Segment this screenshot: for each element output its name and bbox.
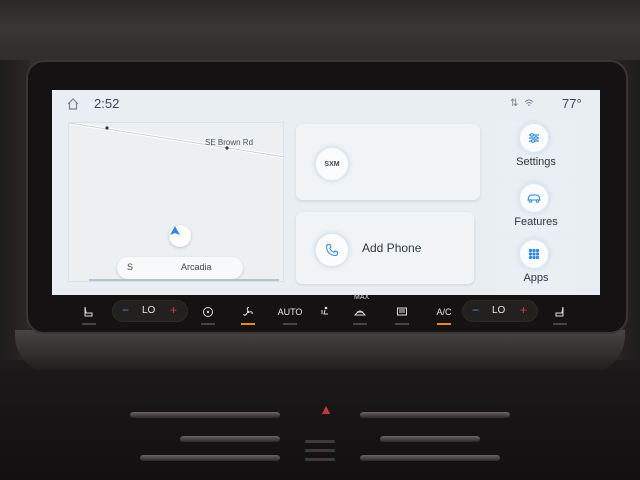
vent-slat — [140, 455, 280, 461]
ac-button[interactable]: A/C — [432, 304, 456, 320]
features-label: Features — [514, 216, 558, 228]
navigation-map[interactable]: SE Brown Rd S Arcadia — [68, 122, 284, 282]
passenger-temperature-control[interactable]: − LO + — [462, 300, 538, 322]
indicator-light — [395, 323, 409, 325]
max-defrost-label: MAX — [354, 294, 370, 301]
siriusxm-icon: SXM — [324, 160, 340, 168]
vent-slat — [360, 412, 510, 418]
indicator-light — [82, 323, 96, 325]
airflow-seat-icon — [321, 306, 328, 315]
climate-controls: − LO + AUTO MAX A/C − LO + — [40, 294, 600, 328]
wifi-icon — [524, 98, 534, 111]
apps-button[interactable]: Apps — [496, 238, 576, 292]
indicator-light — [437, 323, 451, 325]
status-icons: ⇅ — [510, 98, 534, 111]
driver-temp-down-button[interactable]: − — [122, 303, 129, 317]
apps-label: Apps — [523, 272, 549, 284]
indicator-light — [553, 323, 567, 325]
max-defrost-button[interactable] — [350, 304, 370, 320]
airflow-mode-button[interactable] — [316, 304, 334, 320]
outside-temperature: 77° — [562, 96, 582, 111]
features-icon-button — [520, 184, 548, 212]
dashboard-top — [0, 0, 640, 70]
ac-label: A/C — [436, 307, 452, 317]
add-phone-card[interactable]: Add Phone — [296, 212, 474, 284]
passenger-temp-value: LO — [492, 305, 506, 316]
vent-slat — [130, 412, 280, 418]
heated-seat-icon — [84, 306, 93, 317]
passenger-temp-down-button[interactable]: − — [472, 303, 479, 317]
driver-temp-value: LO — [142, 305, 156, 316]
vent-slat — [380, 436, 480, 442]
dashboard-left — [0, 60, 30, 360]
vent-slat — [180, 436, 280, 442]
front-defrost-icon — [354, 310, 366, 316]
infotainment-screen: 2:52 ⇅ 77° SE Brown Rd S Arcadia SXM Add… — [52, 90, 600, 295]
settings-sliders-icon — [529, 133, 539, 143]
auto-label: AUTO — [277, 307, 303, 317]
indicator-light — [283, 323, 297, 325]
steering-wheel-icon — [203, 307, 213, 317]
siriusxm-card[interactable]: SXM — [296, 124, 480, 200]
passenger-temp-up-button[interactable]: + — [520, 303, 527, 317]
vent-slat — [360, 455, 500, 461]
status-bar: 2:52 ⇅ 77° — [52, 90, 600, 118]
home-icon[interactable] — [66, 97, 80, 111]
driver-heated-seat-button[interactable] — [78, 304, 98, 320]
driver-temperature-control[interactable]: − LO + — [112, 300, 188, 322]
add-phone-label: Add Phone — [362, 241, 422, 255]
indicator-light — [353, 323, 367, 325]
auto-climate-button[interactable]: AUTO — [276, 304, 304, 320]
rear-defrost-button[interactable] — [392, 304, 412, 320]
siriusxm-button[interactable]: SXM — [316, 148, 348, 180]
street-label: SE Brown Rd — [205, 138, 254, 147]
apps-icon-button — [520, 240, 548, 268]
phone-icon — [325, 244, 338, 257]
indicator-light — [241, 323, 255, 325]
center-vent-ridges — [300, 440, 340, 480]
clock: 2:52 — [94, 96, 120, 111]
fan-speed-button[interactable] — [238, 304, 258, 320]
settings-icon-button — [520, 124, 548, 152]
current-location: Arcadia — [181, 262, 212, 272]
map-scale-bar — [89, 279, 279, 281]
fan-icon — [243, 306, 253, 316]
settings-label: Settings — [516, 156, 556, 168]
features-button[interactable]: Features — [496, 182, 576, 236]
phone-button[interactable] — [316, 234, 348, 266]
heated-steering-button[interactable] — [198, 304, 218, 320]
apps-grid-icon — [528, 248, 540, 260]
destination-search-bar[interactable]: S Arcadia — [117, 257, 243, 279]
data-transfer-icon: ⇅ — [510, 98, 519, 109]
indicator-light — [201, 323, 215, 325]
heading-direction: S — [127, 262, 134, 272]
screen-bezel-trim — [15, 330, 625, 375]
driver-temp-up-button[interactable]: + — [170, 303, 177, 317]
settings-button[interactable]: Settings — [496, 122, 576, 176]
car-icon — [527, 194, 541, 203]
rear-defrost-icon — [397, 307, 407, 316]
passenger-heated-seat-button[interactable] — [550, 304, 570, 320]
vehicle-position-icon — [169, 225, 191, 247]
heated-seat-icon — [555, 306, 564, 317]
hazard-button[interactable]: ▲ — [316, 400, 336, 418]
